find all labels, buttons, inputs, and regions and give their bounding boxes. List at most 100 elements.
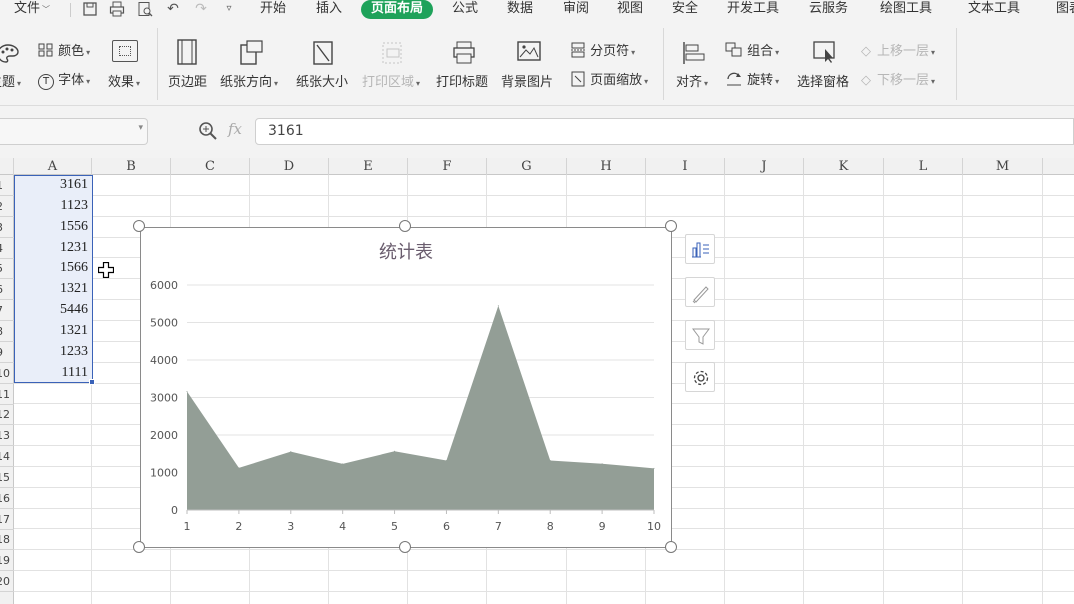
tab-chart-tools[interactable]: 图表 [1056, 0, 1074, 19]
resize-handle-top-left[interactable] [133, 220, 145, 232]
row-header-1[interactable]: 1 [0, 175, 14, 196]
select-all-corner[interactable] [0, 158, 14, 175]
margins-button[interactable]: 页边距 [168, 71, 207, 90]
chart-area[interactable]: 统计表 0 1000 2000 3000 4000 5000 6000 1 2 3 4 5 6 7 8 9 10 [140, 227, 672, 548]
selection-pane-icon[interactable] [812, 40, 838, 64]
chart-settings-button[interactable] [685, 362, 715, 392]
tab-developer[interactable]: 开发工具 [727, 0, 779, 19]
row-header-18[interactable]: 18 [0, 529, 14, 550]
page-zoom-button[interactable]: 页面缩放 ▾ [570, 69, 648, 88]
row-header-2[interactable]: 2 [0, 196, 14, 217]
resize-handle-bottom-left[interactable] [133, 541, 145, 553]
row-header-12[interactable]: 12 [0, 404, 14, 425]
column-header-i[interactable]: I [646, 158, 725, 175]
resize-handle-bottom[interactable] [399, 541, 411, 553]
cell-a8[interactable]: 1321 [14, 321, 92, 341]
tab-start[interactable]: 开始 [260, 0, 286, 19]
palette-icon[interactable] [0, 42, 20, 66]
tab-cloud-services[interactable]: 云服务 [809, 0, 848, 19]
chart-filter-button[interactable] [685, 320, 715, 350]
row-header-15[interactable]: 15 [0, 467, 14, 488]
cell-a3[interactable]: 1556 [14, 217, 92, 237]
row-header-8[interactable]: 8 [0, 321, 14, 342]
save-icon[interactable] [82, 1, 98, 17]
theme-button[interactable]: 主题▾ [0, 71, 21, 90]
column-header-a[interactable]: A [14, 158, 92, 175]
align-button[interactable]: 对齐 ▾ [676, 71, 708, 90]
cell-a5[interactable]: 1566 [14, 258, 92, 278]
tab-data[interactable]: 数据 [507, 0, 533, 19]
fx-icon[interactable]: fx [228, 120, 242, 138]
background-image-button[interactable]: 背景图片 [501, 71, 553, 90]
zoom-formula-icon[interactable] [198, 121, 218, 141]
align-icon[interactable] [681, 40, 707, 66]
cell-a7[interactable]: 5446 [14, 300, 92, 320]
column-header-l[interactable]: L [884, 158, 963, 175]
paper-size-icon[interactable] [312, 40, 334, 66]
row-header-4[interactable]: 4 [0, 238, 14, 259]
column-header-e[interactable]: E [329, 158, 408, 175]
column-header-g[interactable]: G [487, 158, 567, 175]
resize-handle-top-right[interactable] [665, 220, 677, 232]
print-preview-icon[interactable] [137, 1, 153, 17]
print-titles-icon[interactable] [452, 40, 476, 66]
file-menu[interactable]: 文件 ﹀ [14, 0, 50, 19]
margins-icon[interactable] [176, 38, 198, 66]
tab-formulas[interactable]: 公式 [452, 0, 478, 19]
column-header-f[interactable]: F [408, 158, 487, 175]
fonts-button[interactable]: T 字体 ▾ [38, 69, 90, 90]
row-header-19[interactable]: 19 [0, 550, 14, 571]
row-header-7[interactable]: 7 [0, 300, 14, 321]
column-header-b[interactable]: B [92, 158, 171, 175]
tab-review[interactable]: 审阅 [563, 0, 589, 19]
chart-elements-button[interactable] [685, 234, 715, 264]
name-box[interactable]: ▾ [0, 118, 148, 145]
rotate-button[interactable]: 旋转 ▾ [725, 69, 779, 88]
row-header-6[interactable]: 6 [0, 279, 14, 300]
print-icon[interactable] [109, 1, 125, 17]
column-header-j[interactable]: J [725, 158, 804, 175]
tab-security[interactable]: 安全 [672, 0, 698, 19]
column-header-h[interactable]: H [567, 158, 646, 175]
formula-input[interactable]: 3161 [255, 118, 1074, 145]
row-header-14[interactable]: 14 [0, 446, 14, 467]
row-header-11[interactable]: 11 [0, 384, 14, 405]
column-header-k[interactable]: K [804, 158, 884, 175]
chart-styles-button[interactable] [685, 277, 715, 307]
orientation-icon[interactable] [238, 38, 264, 66]
background-image-icon[interactable] [516, 40, 542, 64]
row-header-17[interactable]: 17 [0, 509, 14, 530]
effects-button[interactable]: 效果 ▾ [108, 71, 140, 90]
print-area-icon[interactable] [380, 40, 404, 66]
page-break-button[interactable]: 分页符 ▾ [570, 40, 635, 59]
column-header-m[interactable]: M [963, 158, 1043, 175]
print-titles-button[interactable]: 打印标题 [436, 71, 488, 90]
customize-icon[interactable]: ▿ [221, 1, 237, 17]
tab-drawing-tools[interactable]: 绘图工具 [880, 0, 932, 19]
row-header-10[interactable]: 10 [0, 363, 14, 384]
tab-text-tools[interactable]: 文本工具 [968, 0, 1020, 19]
row-header-13[interactable]: 13 [0, 425, 14, 446]
tab-view[interactable]: 视图 [617, 0, 643, 19]
selection-pane-button[interactable]: 选择窗格 [797, 71, 849, 90]
cell-a10[interactable]: 1111 [14, 363, 92, 383]
resize-handle-bottom-right[interactable] [665, 541, 677, 553]
colors-button[interactable]: 颜色 ▾ [38, 40, 90, 59]
redo-icon[interactable]: ↷ [193, 1, 209, 17]
row-header-16[interactable]: 16 [0, 488, 14, 509]
row-header-5[interactable]: 5 [0, 258, 14, 279]
cell-a2[interactable]: 1123 [14, 196, 92, 216]
cell-a4[interactable]: 1231 [14, 238, 92, 258]
column-header-d[interactable]: D [250, 158, 329, 175]
paper-size-button[interactable]: 纸张大小 [296, 71, 348, 90]
column-header-c[interactable]: C [171, 158, 250, 175]
row-header-20[interactable]: 20 [0, 571, 14, 592]
effects-icon[interactable] [112, 40, 138, 62]
cell-a1[interactable]: 3161 [14, 175, 92, 195]
tab-insert[interactable]: 插入 [316, 0, 342, 19]
row-header-9[interactable]: 9 [0, 342, 14, 363]
tab-page-layout[interactable]: 页面布局 [361, 0, 434, 19]
resize-handle-top[interactable] [399, 220, 411, 232]
group-button[interactable]: 组合 ▾ [725, 40, 779, 59]
row-header-3[interactable]: 3 [0, 217, 14, 238]
